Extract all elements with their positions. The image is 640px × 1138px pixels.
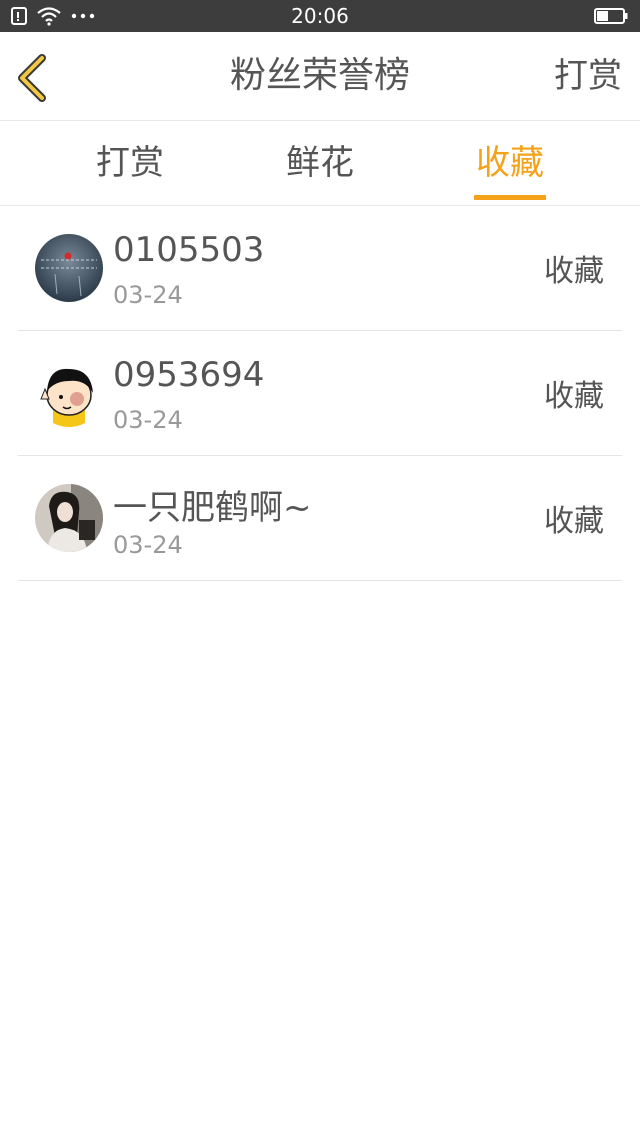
tab-flowers[interactable]: 鲜花 [250, 121, 390, 205]
avatar [35, 484, 103, 552]
battery-icon [594, 8, 628, 24]
avatar [35, 359, 103, 427]
avatar-cartoon-girl [35, 359, 103, 427]
reward-button[interactable]: 打赏 [554, 32, 622, 120]
list-item[interactable]: 0105503 03-24 收藏 [18, 206, 622, 331]
page-title: 粉丝荣誉榜 [229, 55, 410, 96]
status-bar: 20:06 [0, 0, 640, 32]
tab-reward[interactable]: 打赏 [60, 121, 200, 205]
item-date: 03-24 [113, 406, 183, 434]
list-item[interactable]: 0953694 03-24 收藏 [18, 331, 622, 456]
avatar [35, 234, 103, 302]
status-time: 20:06 [291, 4, 349, 28]
list-item[interactable]: 一只肥鹤啊~ 03-24 收藏 [18, 456, 622, 581]
tab-bar: 打赏 鲜花 收藏 [0, 121, 640, 206]
header: 粉丝荣誉榜 打赏 [0, 32, 640, 121]
avatar-rain-image [35, 234, 103, 302]
back-button[interactable] [14, 54, 54, 102]
active-tab-indicator [474, 195, 546, 200]
user-name: 一只肥鹤啊~ [113, 488, 312, 528]
item-date: 03-24 [113, 281, 183, 309]
item-date: 03-24 [113, 531, 183, 559]
item-type-label: 收藏 [544, 379, 604, 414]
user-name: 0953694 [113, 355, 265, 395]
item-type-label: 收藏 [544, 504, 604, 539]
avatar-woman-photo [35, 484, 103, 552]
fan-list: 0105503 03-24 收藏 0953694 03-24 收藏 一只肥鹤啊~… [18, 206, 622, 581]
item-type-label: 收藏 [544, 254, 604, 289]
user-name: 0105503 [113, 230, 265, 270]
tab-favorites[interactable]: 收藏 [440, 121, 580, 205]
chevron-left-icon [18, 54, 46, 102]
